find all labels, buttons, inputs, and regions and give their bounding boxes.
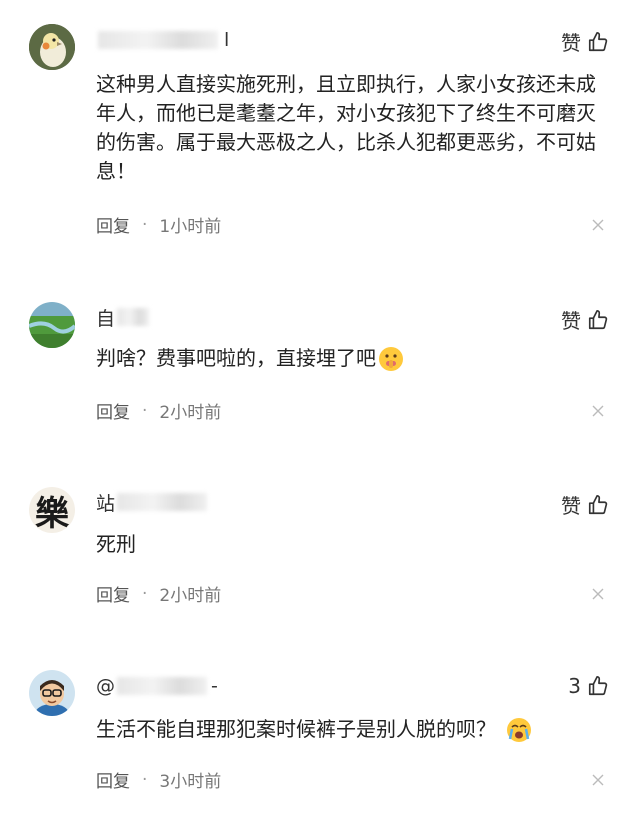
comment-text: 死刑	[96, 532, 136, 556]
username[interactable]: @ -	[96, 674, 218, 698]
comment-text-row: 判啥？费事吧啦的，直接埋了吧	[96, 344, 601, 373]
avatar[interactable]	[29, 302, 75, 348]
username[interactable]: 站	[96, 490, 208, 515]
timestamp: 2小时前	[159, 586, 222, 606]
reply-button[interactable]: 回复	[96, 581, 130, 606]
like-button[interactable]: 赞	[561, 490, 609, 519]
shushing-face-emoji	[379, 346, 403, 371]
comment-text: 这种男人直接实施死刑，且立即执行，人家小女孩还未成年人，而他已是耄耋之年，对小女…	[96, 72, 596, 183]
thumbs-up-icon	[588, 31, 608, 51]
avatar-calligraphy: 樂	[35, 493, 69, 534]
username-prefix: 自	[96, 307, 116, 330]
comment-meta: 回复 · 3小时前	[96, 767, 222, 793]
comment-meta: 回复 · 2小时前	[96, 581, 222, 607]
comment-text-row: 生活不能自理那犯案时候裤子是别人脱的呗？	[96, 715, 601, 744]
like-label: 赞	[561, 494, 581, 518]
username[interactable]: l	[96, 28, 229, 52]
timestamp: 3小时前	[159, 772, 222, 792]
username-redacted	[117, 493, 208, 511]
reply-button[interactable]: 回复	[96, 212, 130, 237]
timestamp: 2小时前	[159, 403, 222, 423]
timestamp: 1小时前	[159, 217, 222, 237]
username-redacted	[98, 31, 218, 49]
close-icon[interactable]	[592, 405, 604, 417]
thumbs-up-icon	[588, 676, 608, 696]
avatar[interactable]	[29, 670, 75, 716]
username[interactable]: 自	[96, 305, 150, 330]
separator-dot: ·	[142, 400, 148, 421]
close-icon[interactable]	[592, 588, 604, 600]
like-count: 3	[568, 674, 581, 698]
like-button[interactable]: 3	[568, 674, 609, 698]
separator-dot: ·	[142, 583, 148, 604]
crying-face-emoji	[507, 717, 531, 742]
like-button[interactable]: 赞	[561, 27, 609, 56]
username-suffix: -	[211, 675, 218, 697]
thumbs-up-icon	[588, 494, 608, 514]
username-redacted	[117, 308, 150, 326]
separator-dot: ·	[142, 214, 148, 235]
avatar[interactable]: 樂	[29, 487, 75, 533]
thumbs-up-icon	[588, 309, 608, 329]
username-prefix: @	[96, 675, 115, 697]
comment-text: 生活不能自理那犯案时候裤子是别人脱的呗？	[96, 717, 496, 741]
avatar[interactable]	[29, 24, 75, 70]
like-button[interactable]: 赞	[561, 305, 609, 334]
comment-meta: 回复 · 2小时前	[96, 398, 222, 424]
like-label: 赞	[561, 309, 581, 333]
close-icon[interactable]	[592, 774, 604, 786]
separator-dot: ·	[142, 769, 148, 790]
reply-button[interactable]: 回复	[96, 767, 130, 792]
comment-text: 判啥？费事吧啦的，直接埋了吧	[96, 346, 376, 370]
close-icon[interactable]	[592, 219, 604, 231]
username-redacted	[117, 677, 207, 695]
like-label: 赞	[561, 31, 581, 55]
reply-button[interactable]: 回复	[96, 398, 130, 423]
username-suffix: l	[224, 29, 230, 51]
comment-meta: 回复 · 1小时前	[96, 212, 222, 238]
username-prefix: 站	[96, 492, 116, 515]
